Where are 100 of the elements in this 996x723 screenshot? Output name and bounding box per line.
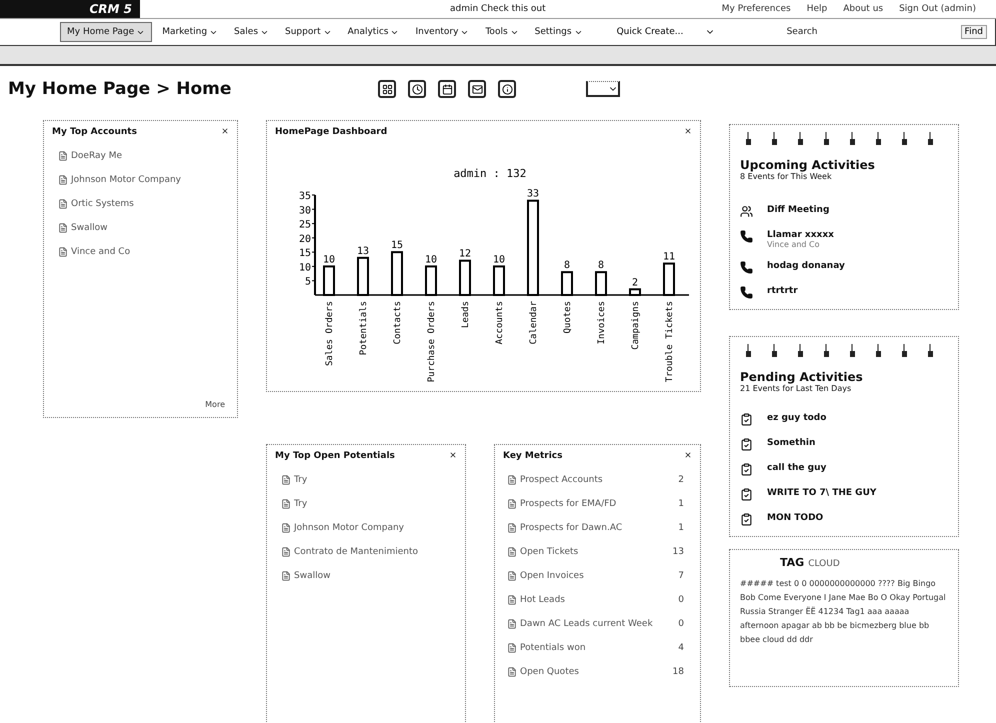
nav-tab[interactable]: Tools: [479, 23, 525, 41]
nav-tab[interactable]: Marketing: [156, 23, 224, 41]
info-button[interactable]: [498, 80, 516, 98]
event-link[interactable]: Diff Meeting: [767, 205, 830, 215]
bar-value-label: 12: [458, 248, 472, 260]
logo[interactable]: CRM 5: [0, 0, 140, 18]
account-link[interactable]: DoeRay Me: [58, 151, 229, 161]
header-link[interactable]: Sign Out (admin): [899, 4, 976, 14]
account-link[interactable]: Vince and Co: [58, 247, 229, 257]
nav-tab[interactable]: Sales: [228, 23, 276, 41]
widget-title: My Top Open Potentials: [275, 451, 395, 461]
category-label: Contacts: [393, 301, 403, 344]
clock-button[interactable]: [408, 80, 426, 98]
event-link[interactable]: hodag donanay: [767, 261, 845, 271]
task-icon: [740, 463, 753, 476]
category-label: Sales Orders: [325, 301, 335, 366]
close-icon[interactable]: [684, 127, 692, 135]
close-icon[interactable]: [684, 451, 692, 459]
task-icon: [740, 438, 753, 451]
header-link[interactable]: Help: [806, 4, 828, 14]
metric-link[interactable]: Open Invoices: [507, 571, 584, 581]
y-tick-label: 35: [298, 191, 311, 202]
panel-subtitle: 21 Events for Last Ten Days: [740, 384, 852, 393]
bar-value-label: 8: [598, 260, 604, 272]
calendar-button[interactable]: [438, 80, 456, 98]
metric-count: 1: [678, 523, 685, 533]
chart-bar: [629, 288, 641, 296]
widget-title: My Top Accounts: [52, 127, 137, 137]
widget-title: HomePage Dashboard: [275, 127, 388, 137]
bar-value-label: 11: [662, 252, 676, 263]
document-icon: [507, 523, 517, 533]
potential-link[interactable]: Johnson Motor Company: [281, 523, 457, 533]
bar-value-label: 13: [356, 246, 370, 257]
chart-bar: [323, 265, 335, 296]
metric-link[interactable]: Hot Leads: [507, 595, 565, 605]
event-detail: Vince and Co: [767, 240, 821, 249]
nav-tab[interactable]: Analytics: [342, 23, 406, 41]
more-link[interactable]: More: [205, 400, 225, 409]
panel-subtitle: 8 Events for This Week: [740, 172, 833, 181]
task-link[interactable]: Somethin: [767, 438, 816, 448]
account-link[interactable]: Ortic Systems: [58, 199, 229, 209]
document-icon: [58, 175, 68, 185]
potential-link[interactable]: Swallow: [281, 571, 457, 581]
event-link[interactable]: Llamar xxxxx: [767, 230, 834, 240]
nav-tab[interactable]: Inventory: [409, 23, 476, 41]
y-tick-label: 30: [298, 205, 311, 216]
document-icon: [507, 571, 517, 581]
metric-link[interactable]: Dawn AC Leads current Week: [507, 619, 653, 629]
category-label: Potentials: [359, 301, 369, 356]
clock-icon: [412, 84, 422, 94]
metric-link[interactable]: Potentials won: [507, 643, 586, 653]
category-label: Campaigns: [631, 301, 641, 350]
tag-cloud-subtitle: CLOUD: [808, 559, 840, 569]
task-link[interactable]: MON TODO: [767, 513, 824, 523]
document-icon: [58, 247, 68, 257]
category-label: Trouble Tickets: [665, 301, 675, 382]
header-link[interactable]: My Preferences: [722, 4, 791, 14]
grid-icon: [382, 84, 392, 94]
close-icon[interactable]: [449, 451, 457, 459]
nav-tab[interactable]: My Home Page: [60, 22, 152, 42]
event-link[interactable]: rtrtrtr: [767, 286, 798, 296]
layout-dropdown[interactable]: [586, 81, 620, 97]
document-icon: [281, 475, 291, 485]
metric-link[interactable]: Prospects for EMA/FD: [507, 499, 616, 509]
nav-tab[interactable]: Settings: [528, 23, 589, 41]
chart-bar: [663, 262, 675, 296]
task-link[interactable]: call the guy: [767, 463, 826, 473]
task-icon: [740, 513, 753, 526]
mail-button[interactable]: [468, 80, 486, 98]
potential-link[interactable]: Contrato de Mantenimiento: [281, 547, 457, 557]
document-icon: [507, 643, 517, 653]
find-button[interactable]: Find: [960, 25, 987, 39]
potential-link[interactable]: Try: [281, 499, 457, 509]
account-link[interactable]: Swallow: [58, 223, 229, 233]
header-link[interactable]: About us: [843, 4, 884, 14]
close-icon[interactable]: [221, 127, 229, 135]
account-link[interactable]: Johnson Motor Company: [58, 175, 229, 185]
nav-tab[interactable]: Support: [279, 23, 338, 41]
chart-bar: [391, 251, 403, 296]
metric-link[interactable]: Prospect Accounts: [507, 475, 603, 485]
chart-bar: [595, 271, 607, 296]
people-icon: [740, 205, 753, 218]
mail-icon: [472, 84, 482, 94]
metric-link[interactable]: Prospects for Dawn.AC: [507, 523, 622, 533]
phone-icon: [740, 261, 753, 274]
metric-link[interactable]: Open Quotes: [507, 667, 579, 677]
document-icon: [58, 151, 68, 161]
task-link[interactable]: WRITE TO 7\ THE GUY: [767, 488, 876, 498]
potential-link[interactable]: Try: [281, 475, 457, 485]
phone-icon: [740, 286, 753, 299]
calendar-icon: [442, 84, 452, 94]
metric-link[interactable]: Open Tickets: [507, 547, 578, 557]
y-tick-label: 20: [298, 234, 311, 245]
task-link[interactable]: ez guy todo: [767, 413, 826, 423]
metric-count: 0: [678, 595, 685, 605]
bar-value-label: 8: [564, 260, 570, 272]
y-tick-label: 15: [298, 248, 311, 260]
metric-count: 13: [672, 547, 685, 557]
document-icon: [507, 475, 517, 485]
add-widget-button[interactable]: [378, 80, 396, 98]
